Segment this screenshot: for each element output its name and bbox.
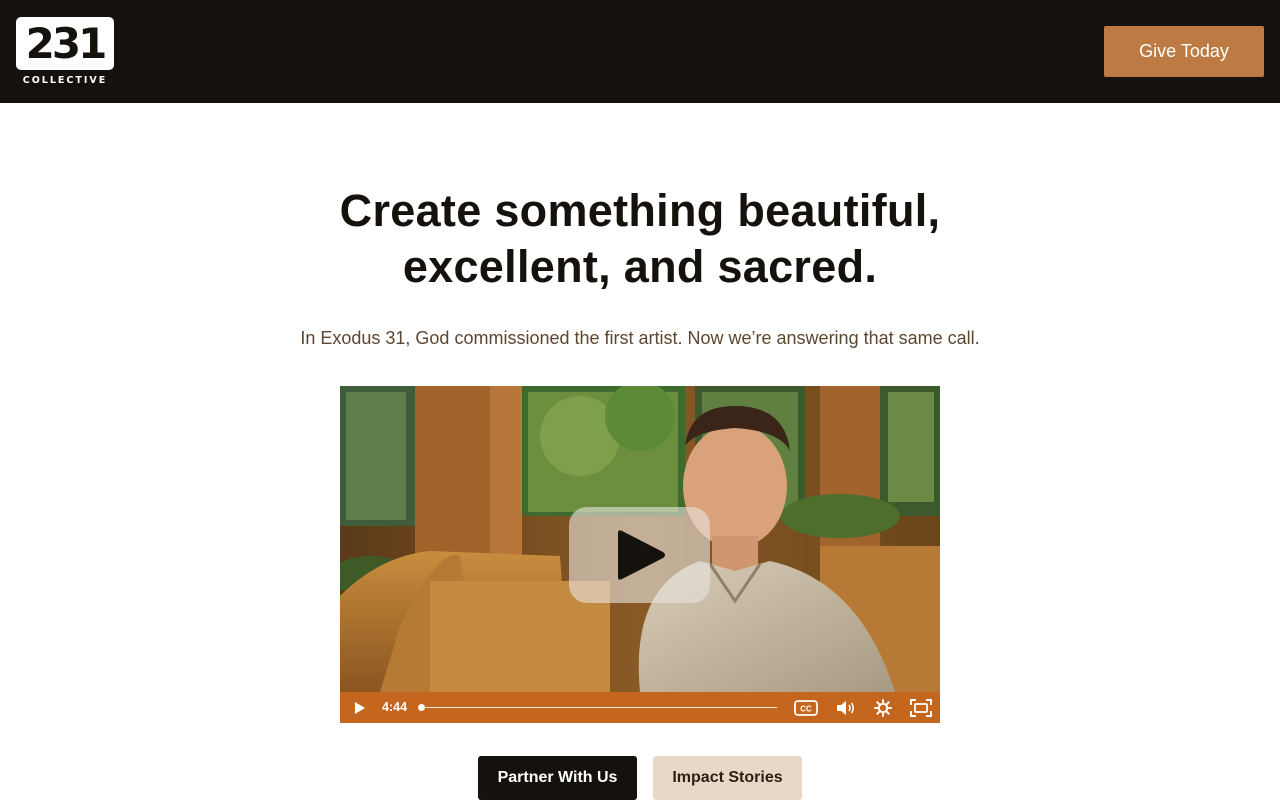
captions-button[interactable]: CC	[792, 692, 820, 723]
video-duration: 4:44	[382, 700, 408, 714]
big-play-button[interactable]	[569, 507, 710, 603]
impact-stories-button[interactable]: Impact Stories	[653, 756, 802, 800]
play-icon	[355, 701, 365, 714]
captions-icon: CC	[794, 699, 818, 716]
hero-subheadline: In Exodus 31, God commissioned the first…	[300, 328, 980, 348]
play-icon	[618, 530, 665, 580]
headline-line-1: Create something beautiful,	[339, 185, 941, 236]
play-button[interactable]	[348, 692, 372, 723]
progress-handle[interactable]	[418, 704, 425, 711]
logo[interactable]: 231 COLLECTIVE	[16, 17, 114, 87]
logo-mark: 231	[16, 17, 114, 70]
fullscreen-icon	[910, 698, 932, 717]
partner-with-us-button[interactable]: Partner With Us	[478, 756, 637, 800]
volume-button[interactable]	[832, 692, 860, 723]
site-header: 231 COLLECTIVE Give Today	[0, 0, 1280, 103]
svg-text:CC: CC	[800, 704, 812, 713]
logo-number: 231	[25, 19, 108, 68]
volume-icon	[837, 700, 855, 715]
player-controls: 4:44 CC	[340, 692, 940, 723]
headline-line-2: excellent, and sacred.	[402, 241, 878, 292]
progress-track[interactable]	[421, 707, 777, 708]
logo-wordmark: COLLECTIVE	[22, 75, 108, 86]
fullscreen-button[interactable]	[908, 692, 934, 723]
settings-button[interactable]	[870, 692, 896, 723]
video-player[interactable]: 4:44 CC	[340, 386, 940, 723]
give-today-button[interactable]: Give Today	[1104, 26, 1264, 77]
hero-headline: Create something beautiful, excellent, a…	[240, 183, 1040, 295]
settings-icon	[874, 698, 892, 717]
